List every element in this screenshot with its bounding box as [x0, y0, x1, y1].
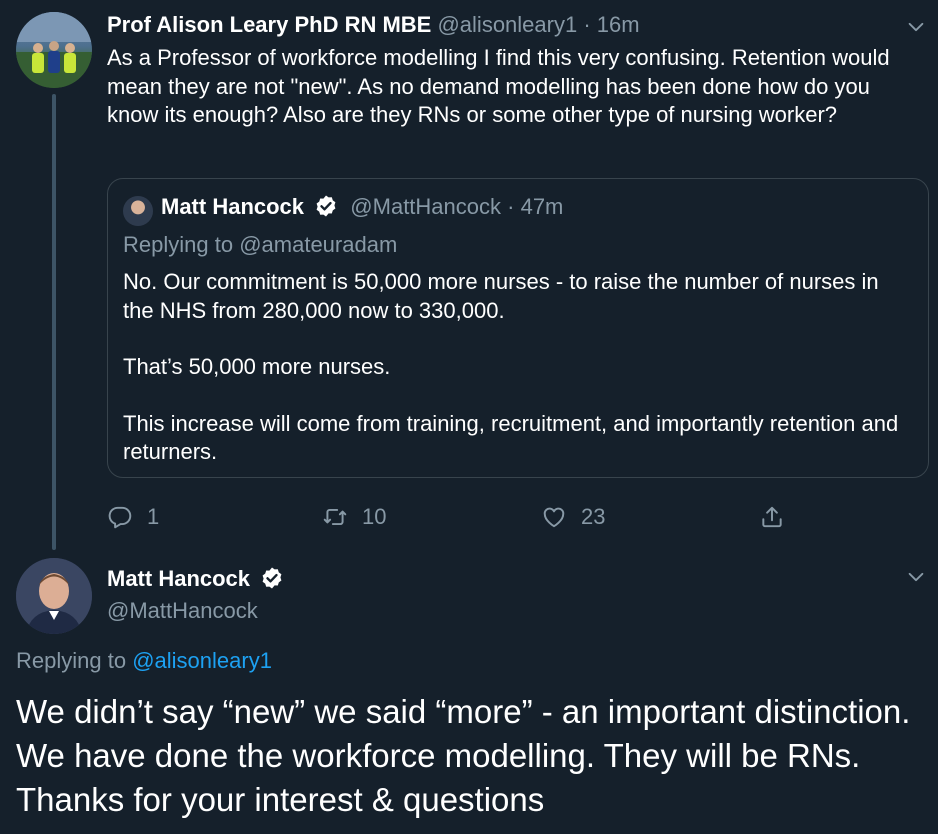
like-count: 23: [581, 504, 606, 529]
tweet1-text: As a Professor of workforce modelling I …: [107, 45, 890, 127]
quoted-avatar: [123, 196, 153, 226]
quoted-author-handle: @MattHancock: [350, 194, 502, 219]
tweet2-header: Matt Hancock: [107, 566, 284, 592]
verified-icon: [316, 195, 336, 217]
retweet-button[interactable]: 10: [322, 500, 386, 534]
chevron-down-icon[interactable]: [905, 16, 927, 38]
quoted-text: No. Our commitment is 50,000 more nurses…: [123, 268, 913, 495]
share-button[interactable]: [759, 500, 785, 534]
reply-count: 1: [147, 504, 160, 529]
quoted-tweet-card[interactable]: Matt Hancock @MattHancock · 47m Replying…: [107, 178, 929, 478]
verified-icon: [262, 567, 282, 589]
reply-button[interactable]: 1: [107, 500, 159, 534]
tweet1-action-bar: 1 10 23: [107, 500, 907, 534]
share-icon: [762, 506, 782, 528]
quoted-timestamp: · 47m: [507, 194, 564, 219]
tweet2-text: We didn’t say “new” we said “more” - an …: [16, 693, 911, 818]
quoted-paragraph: This increase will come from training, r…: [123, 410, 899, 465]
retweet-count: 10: [362, 504, 387, 529]
tweet1-timestamp[interactable]: · 16m: [583, 12, 639, 37]
quoted-replying-handle: @amateuradam: [239, 232, 398, 257]
tweet2-replying-to: Replying to @alisonleary1: [16, 648, 272, 674]
quoted-paragraph: No. Our commitment is 50,000 more nurses…: [123, 269, 879, 323]
tweet2-replying-label: Replying to: [16, 648, 127, 673]
tweet1-header: Prof Alison Leary PhD RN MBE @alisonlear…: [107, 12, 640, 38]
reply-icon: [108, 506, 132, 529]
tweet2-author-name[interactable]: Matt Hancock: [107, 566, 250, 591]
retweet-icon: [323, 508, 347, 526]
quoted-replying-to: Replying to @amateuradam: [123, 232, 397, 258]
tweet2-replying-handle-link[interactable]: @alisonleary1: [132, 648, 272, 673]
tweet1-author-name[interactable]: Prof Alison Leary PhD RN MBE: [107, 12, 431, 37]
chevron-down-icon[interactable]: [905, 566, 927, 588]
quoted-author-name: Matt Hancock: [161, 194, 305, 219]
timeline: Prof Alison Leary PhD RN MBE @alisonlear…: [0, 0, 938, 834]
like-button[interactable]: 23: [541, 500, 605, 534]
thread-connector: [52, 94, 56, 550]
quoted-header: Matt Hancock @MattHancock · 47m: [161, 194, 563, 220]
tweet1-author-handle[interactable]: @alisonleary1: [437, 12, 577, 37]
quoted-replying-label: Replying to: [123, 232, 234, 257]
tweet2-author-handle[interactable]: @MattHancock: [107, 598, 258, 624]
avatar-alison-leary[interactable]: [16, 12, 92, 88]
like-icon: [543, 507, 565, 528]
quoted-paragraph: That’s 50,000 more nurses.: [123, 354, 391, 379]
avatar-matt-hancock[interactable]: [16, 558, 92, 634]
